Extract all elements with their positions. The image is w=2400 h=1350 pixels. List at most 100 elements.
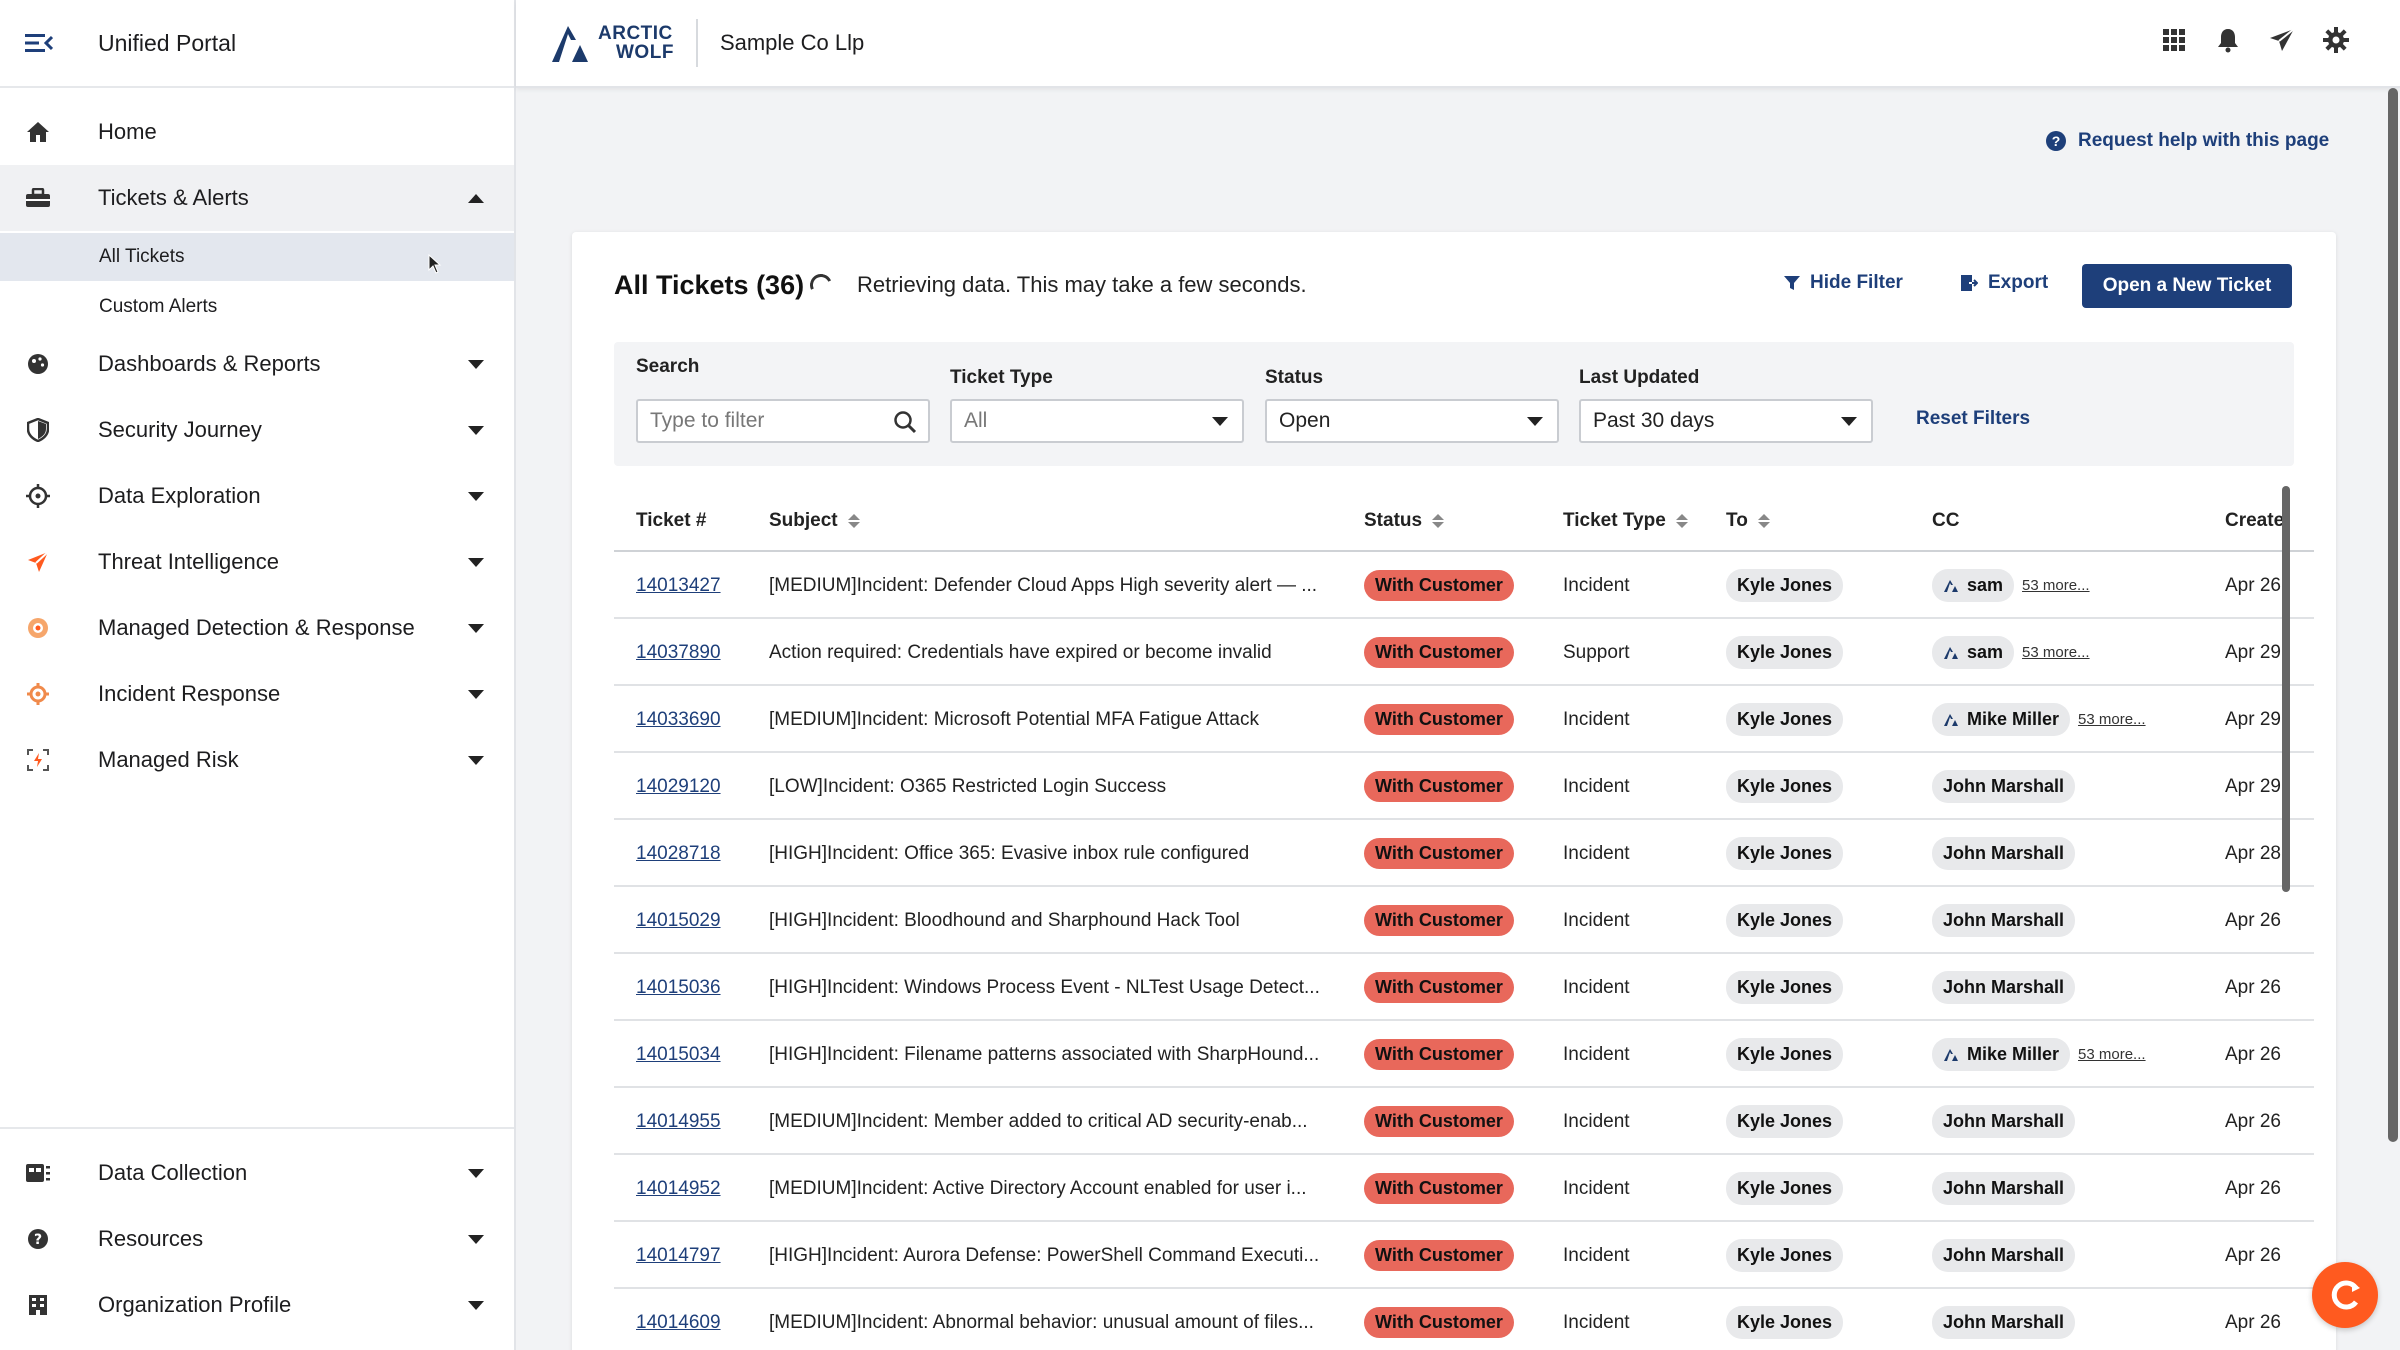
to-recipient-chip: Kyle Jones xyxy=(1726,636,1844,669)
organization-name[interactable]: Sample Co Llp xyxy=(720,30,864,56)
nav-data-exploration[interactable]: Data Exploration xyxy=(0,463,514,529)
mouse-cursor-icon xyxy=(428,254,442,274)
ticket-subject[interactable]: [HIGH]Incident: Office 365: Evasive inbo… xyxy=(769,843,1249,865)
company-logo[interactable]: ARCTIC WOLF xyxy=(550,18,674,68)
search-icon[interactable] xyxy=(892,409,918,435)
ticket-number-link[interactable]: 14033690 xyxy=(636,709,721,731)
nav-security-journey[interactable]: Security Journey xyxy=(0,397,514,463)
open-new-ticket-button[interactable]: Open a New Ticket xyxy=(2082,264,2292,308)
column-header-status[interactable]: Status xyxy=(1364,510,1445,532)
column-header-subject[interactable]: Subject xyxy=(769,510,860,532)
nav-home[interactable]: Home xyxy=(0,99,514,165)
chevron-up-icon xyxy=(468,193,484,203)
nav-managed-risk[interactable]: Managed Risk xyxy=(0,727,514,793)
collapse-menu-icon[interactable] xyxy=(20,24,58,62)
ticket-number-link[interactable]: 14015036 xyxy=(636,977,721,999)
column-header-created[interactable]: Create xyxy=(2225,510,2284,532)
table-row[interactable]: 14029120 [LOW]Incident: O365 Restricted L… xyxy=(614,753,2314,820)
ticket-number-link[interactable]: 14014609 xyxy=(636,1312,721,1334)
table-row[interactable]: 14014609 [MEDIUM]Incident: Abnormal behav… xyxy=(614,1289,2314,1350)
sub-item-custom-alerts[interactable]: Custom Alerts xyxy=(0,283,514,331)
ticket-number-link[interactable]: 14029120 xyxy=(636,776,721,798)
table-row[interactable]: 14033690 [MEDIUM]Incident: Microsoft Pote… xyxy=(614,686,2314,753)
request-help-link[interactable]: ? Request help with this page xyxy=(2046,130,2329,152)
search-input[interactable]: Type to filter xyxy=(636,399,930,443)
nav-resources[interactable]: ? Resources xyxy=(0,1206,514,1272)
cc-more-link[interactable]: 53 more... xyxy=(2022,644,2090,661)
table-row[interactable]: 14014955 [MEDIUM]Incident: Member added t… xyxy=(614,1088,2314,1155)
ticket-subject[interactable]: [MEDIUM]Incident: Abnormal behavior: unu… xyxy=(769,1312,1314,1334)
column-header-cc[interactable]: CC xyxy=(1932,510,1959,532)
ticket-subject[interactable]: [HIGH]Incident: Bloodhound and Sharphoun… xyxy=(769,910,1240,932)
cc-more-link[interactable]: 53 more... xyxy=(2078,1046,2146,1063)
nav-incident-response[interactable]: Incident Response xyxy=(0,661,514,727)
export-button[interactable]: Export xyxy=(1960,272,2048,294)
chevron-down-icon xyxy=(468,359,484,369)
column-header-ticket-type[interactable]: Ticket Type xyxy=(1563,510,1688,532)
column-header-ticket[interactable]: Ticket # xyxy=(636,510,706,532)
nav-organization-profile[interactable]: Organization Profile xyxy=(0,1272,514,1338)
last-updated-label: Last Updated xyxy=(1579,367,1700,388)
column-label: Subject xyxy=(769,510,838,531)
ticket-number-link[interactable]: 14014955 xyxy=(636,1111,721,1133)
nav-dashboards-reports[interactable]: Dashboards & Reports xyxy=(0,331,514,397)
shield-icon xyxy=(20,412,56,448)
ticket-number-link[interactable]: 14014797 xyxy=(636,1245,721,1267)
status-badge: With Customer xyxy=(1364,905,1514,936)
cc-more-link[interactable]: 53 more... xyxy=(2022,577,2090,594)
cc-name: John Marshall xyxy=(1943,776,2065,796)
apps-grid-icon[interactable] xyxy=(2158,24,2190,56)
ticket-subject[interactable]: Action required: Credentials have expire… xyxy=(769,642,1272,664)
table-row[interactable]: 14015034 [HIGH]Incident: Filename pattern… xyxy=(614,1021,2314,1088)
table-scrollbar[interactable] xyxy=(2282,486,2290,892)
ticket-subject[interactable]: [HIGH]Incident: Windows Process Event - … xyxy=(769,977,1320,999)
cc-recipient-chip: John Marshall xyxy=(1932,770,2076,803)
ticket-number-link[interactable]: 14028718 xyxy=(636,843,721,865)
ticket-number-link[interactable]: 14013427 xyxy=(636,575,721,597)
settings-gear-icon[interactable] xyxy=(2320,24,2352,56)
ticket-type: Incident xyxy=(1563,1311,1630,1333)
last-updated-select[interactable]: Past 30 days xyxy=(1579,399,1873,443)
nav-managed-detection-response[interactable]: Managed Detection & Response xyxy=(0,595,514,661)
ticket-subject[interactable]: [MEDIUM]Incident: Microsoft Potential MF… xyxy=(769,709,1259,731)
table-row[interactable]: 14014797 [HIGH]Incident: Aurora Defense: … xyxy=(614,1222,2314,1289)
table-row[interactable]: 14014952 [MEDIUM]Incident: Active Directo… xyxy=(614,1155,2314,1222)
ticket-number-link[interactable]: 14014952 xyxy=(636,1178,721,1200)
data-collection-icon xyxy=(20,1155,56,1191)
risk-icon xyxy=(20,742,56,778)
ticket-subject[interactable]: [MEDIUM]Incident: Active Directory Accou… xyxy=(769,1178,1307,1200)
ticket-number-link[interactable]: 14037890 xyxy=(636,642,721,664)
nav-data-collection[interactable]: Data Collection xyxy=(0,1140,514,1206)
created-date: Apr 26 xyxy=(2225,1043,2281,1065)
created-date: Apr 26 xyxy=(2225,1311,2281,1333)
send-icon[interactable] xyxy=(2266,24,2298,56)
cc-more-link[interactable]: 53 more... xyxy=(2078,711,2146,728)
table-row[interactable]: 14015036 [HIGH]Incident: Windows Process … xyxy=(614,954,2314,1021)
nav-threat-intelligence[interactable]: Threat Intelligence xyxy=(0,529,514,595)
ticket-number-link[interactable]: 14015029 xyxy=(636,910,721,932)
status-badge: With Customer xyxy=(1364,1106,1514,1137)
ticket-subject[interactable]: [HIGH]Incident: Filename patterns associ… xyxy=(769,1044,1319,1066)
ticket-subject[interactable]: [LOW]Incident: O365 Restricted Login Suc… xyxy=(769,776,1166,798)
ticket-subject[interactable]: [MEDIUM]Incident: Member added to critic… xyxy=(769,1111,1308,1133)
table-row[interactable]: 14013427 [MEDIUM]Incident: Defender Cloud… xyxy=(614,552,2314,619)
cc-name: John Marshall xyxy=(1943,1178,2065,1198)
page-scrollbar[interactable] xyxy=(2388,88,2398,1142)
column-header-to[interactable]: To xyxy=(1726,510,1770,532)
status-select[interactable]: Open xyxy=(1265,399,1559,443)
chat-widget-button[interactable] xyxy=(2312,1262,2378,1328)
page-title: All Tickets (36) xyxy=(614,270,805,300)
reset-filters-link[interactable]: Reset Filters xyxy=(1916,408,2030,430)
notification-bell-icon[interactable] xyxy=(2212,24,2244,56)
table-row[interactable]: 14037890 Action required: Credentials hav… xyxy=(614,619,2314,686)
ticket-subject[interactable]: [MEDIUM]Incident: Defender Cloud Apps Hi… xyxy=(769,575,1317,597)
to-recipient-chip: Kyle Jones xyxy=(1726,971,1844,1004)
nav-tickets-alerts[interactable]: Tickets & Alerts xyxy=(0,165,514,231)
sidebar-header: Unified Portal xyxy=(0,0,514,88)
table-row[interactable]: 14015029 [HIGH]Incident: Bloodhound and S… xyxy=(614,887,2314,954)
table-row[interactable]: 14028718 [HIGH]Incident: Office 365: Evas… xyxy=(614,820,2314,887)
ticket-type-select[interactable]: All xyxy=(950,399,1244,443)
ticket-number-link[interactable]: 14015034 xyxy=(636,1044,721,1066)
hide-filter-button[interactable]: Hide Filter xyxy=(1784,272,1903,294)
ticket-subject[interactable]: [HIGH]Incident: Aurora Defense: PowerShe… xyxy=(769,1245,1319,1267)
